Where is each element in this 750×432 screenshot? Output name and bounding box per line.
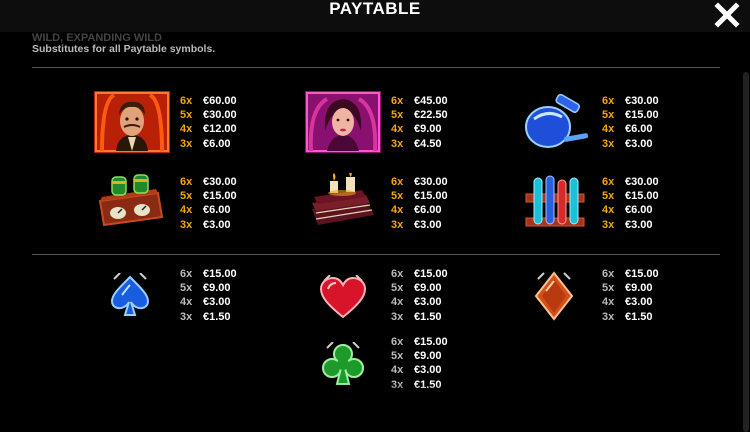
paytable-title: PAYTABLE: [329, 0, 421, 18]
paytable-content[interactable]: WILD, EXPANDING WILD Substitutes for all…: [0, 32, 740, 405]
woman-portrait-icon: [305, 91, 381, 153]
scrollbar[interactable]: [740, 32, 750, 432]
wild-description: Substitutes for all Paytable symbols.: [32, 43, 216, 55]
paytable-values: 6x€15.00 5x€9.00 4x€3.00 3x€1.50: [602, 268, 659, 323]
club-icon: [321, 342, 365, 388]
test-tubes-icon: [524, 172, 586, 232]
books-candles-icon: [306, 173, 380, 229]
spade-icon: [108, 273, 152, 319]
paytable-values: 6x €30.00 5x €15.00 4x €6.00 3x €3.00: [391, 176, 448, 231]
diamond-icon: [534, 271, 574, 321]
magician-portrait-icon: [94, 91, 170, 153]
scrollbar-thumb[interactable]: [743, 72, 749, 432]
paytable-values: 6x€15.00 5x€9.00 4x€3.00 3x€1.50: [391, 268, 448, 323]
heart-icon: [318, 275, 368, 319]
divider: [32, 254, 720, 255]
close-icon[interactable]: [714, 2, 740, 28]
paytable-values: 6x €30.00 5x €15.00 4x €6.00 3x €3.00: [180, 176, 237, 231]
potion-flask-icon: [520, 91, 592, 153]
bottom-fade: [0, 383, 740, 405]
paytable-values: 6x €45.00 5x €22.50 4x €9.00 3x €4.50: [391, 95, 448, 150]
paytable-values: 6x €60.00 5x €30.00 4x €12.00 3x €6.00: [180, 95, 237, 150]
paytable-header: PAYTABLE: [0, 0, 750, 32]
paytable-values: 6x €30.00 5x €15.00 4x €6.00 3x €3.00: [602, 95, 659, 150]
divider: [32, 67, 720, 68]
paytable-values: 6x€15.00 5x€9.00 4x€3.00 3x€1.50: [180, 268, 237, 323]
paytable-values: 6x €30.00 5x €15.00 4x €6.00 3x €3.00: [602, 176, 659, 231]
gauge-device-icon: [96, 173, 166, 229]
